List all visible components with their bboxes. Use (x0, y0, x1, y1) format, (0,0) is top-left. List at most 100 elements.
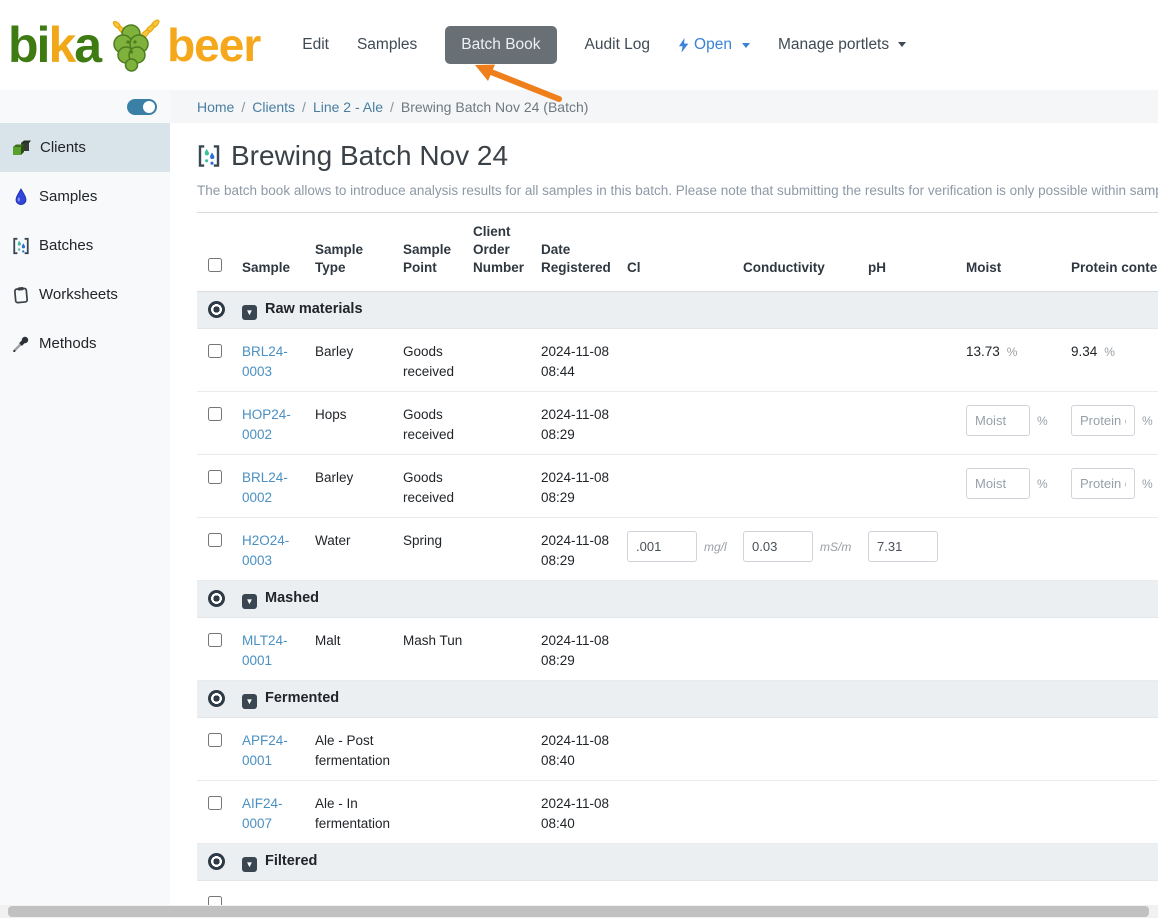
category-label-cell: ▼ Raw materials (242, 291, 1158, 328)
cl-cell (627, 780, 743, 843)
sample-link[interactable]: BRL24-0002 (242, 470, 288, 505)
batch-book-table-wrap: Sample Sample Type Sample Point Client O… (197, 212, 1158, 918)
col-sample-type: Sample Type (315, 213, 403, 292)
moist-result-input[interactable] (966, 405, 1030, 436)
chevron-down-icon (898, 42, 906, 47)
ph-result-input[interactable] (868, 531, 938, 562)
sample-link[interactable]: AIF24-0007 (242, 796, 283, 831)
sidebar-item-clients[interactable]: Clients (0, 123, 170, 172)
moist-cell (966, 617, 1071, 680)
conductivity-cell (743, 780, 868, 843)
sidebar-item-batches[interactable]: Batches (0, 221, 170, 270)
sample-row: BRL24-0003BarleyGoods received2024-11-08… (197, 328, 1158, 391)
category-radio-icon[interactable] (208, 301, 225, 318)
sample-link[interactable]: HOP24-0002 (242, 407, 291, 442)
sidebar-item-methods[interactable]: Methods (0, 319, 170, 368)
ph-cell (868, 391, 966, 454)
moist-cell: % (966, 454, 1071, 517)
row-checkbox-cell (197, 454, 242, 517)
conductivity-cell (743, 454, 868, 517)
category-label: Filtered (265, 853, 317, 869)
moist-cell: % (966, 391, 1071, 454)
protein-result-value: 9.34 (1071, 344, 1097, 359)
category-toggle-cell (197, 291, 242, 328)
conductivity-result-input[interactable] (743, 531, 813, 562)
sidebar-toggle[interactable] (127, 99, 157, 115)
row-checkbox[interactable] (208, 633, 222, 647)
category-row: ▼Mashed (197, 580, 1158, 617)
sidebar-item-worksheets[interactable]: Worksheets (0, 270, 170, 319)
category-radio-icon[interactable] (208, 853, 225, 870)
date-registered-cell: 2024-11-08 08:40 (541, 780, 627, 843)
col-date-registered: Date Registered (541, 213, 627, 292)
client-order-number-cell (473, 391, 541, 454)
main-nav: Edit Samples Batch Book Audit Log Open M… (302, 26, 906, 64)
brand-logo[interactable]: bika (8, 16, 260, 74)
collapse-icon[interactable]: ▼ (242, 694, 257, 709)
protein-cell (1071, 517, 1158, 580)
category-radio-icon[interactable] (208, 690, 225, 707)
nav-samples[interactable]: Samples (357, 36, 417, 54)
sidebar-item-samples[interactable]: Samples (0, 172, 170, 221)
nav-batch-book[interactable]: Batch Book (445, 26, 556, 64)
row-checkbox[interactable] (208, 407, 222, 421)
category-toggle-cell (197, 843, 242, 880)
collapse-icon[interactable]: ▼ (242, 857, 257, 872)
breadcrumb-home[interactable]: Home (197, 99, 234, 115)
row-checkbox[interactable] (208, 344, 222, 358)
protein-result-input[interactable] (1071, 468, 1135, 499)
ph-cell (868, 454, 966, 517)
cl-result-input[interactable] (627, 531, 697, 562)
worksheet-clipboard-icon (12, 286, 30, 304)
sample-type-cell: Barley (315, 454, 403, 517)
nav-manage-portlets[interactable]: Manage portlets (778, 36, 906, 54)
batches-icon (12, 237, 30, 255)
unit-label: % (1142, 414, 1153, 428)
top-navbar: bika (0, 0, 1158, 90)
select-all-checkbox[interactable] (208, 258, 222, 272)
sample-id-cell: APF24-0001 (242, 717, 315, 780)
moist-result-input[interactable] (966, 468, 1030, 499)
breadcrumb-line2-ale[interactable]: Line 2 - Ale (313, 99, 383, 115)
nav-edit[interactable]: Edit (302, 36, 329, 54)
date-registered-cell: 2024-11-08 08:40 (541, 717, 627, 780)
sample-row: APF24-0001Ale - Post fermentation2024-11… (197, 717, 1158, 780)
date-registered-cell: 2024-11-08 08:29 (541, 617, 627, 680)
date-registered-cell: 2024-11-08 08:29 (541, 454, 627, 517)
row-checkbox[interactable] (208, 796, 222, 810)
clients-icon (12, 139, 31, 157)
sidebar: Clients Samples Batches (0, 90, 170, 918)
client-order-number-cell (473, 454, 541, 517)
sample-link[interactable]: MLT24-0001 (242, 633, 288, 668)
sample-row: BRL24-0002BarleyGoods received2024-11-08… (197, 454, 1158, 517)
sample-link[interactable]: BRL24-0003 (242, 344, 288, 379)
sample-point-cell: Mash Tun (403, 617, 473, 680)
batch-table-body: ▼ Raw materials BRL24-0003BarleyGoods rece… (197, 291, 1158, 918)
row-checkbox[interactable] (208, 733, 222, 747)
breadcrumb-clients[interactable]: Clients (252, 99, 295, 115)
sample-id-cell: BRL24-0003 (242, 328, 315, 391)
horizontal-scrollbar[interactable] (0, 905, 1158, 918)
scrollbar-thumb[interactable] (8, 906, 1149, 917)
row-checkbox-cell (197, 517, 242, 580)
sample-id-cell: MLT24-0001 (242, 617, 315, 680)
row-checkbox[interactable] (208, 470, 222, 484)
protein-result-input[interactable] (1071, 405, 1135, 436)
category-row: ▼ Filtered (197, 843, 1158, 880)
row-checkbox[interactable] (208, 533, 222, 547)
nav-open-menu[interactable]: Open (678, 36, 750, 54)
page-root: bika (0, 0, 1158, 918)
cl-cell: mg/l (627, 517, 743, 580)
conductivity-cell (743, 328, 868, 391)
sample-link[interactable]: APF24-0001 (242, 733, 288, 768)
sample-type-cell: Hops (315, 391, 403, 454)
collapse-icon[interactable]: ▼ (242, 305, 257, 320)
category-label-cell: ▼Mashed (242, 580, 1158, 617)
collapse-icon[interactable]: ▼ (242, 594, 257, 609)
category-label: Raw materials (265, 301, 363, 317)
unit-label: % (1037, 414, 1048, 428)
unit-label: % (1104, 345, 1115, 359)
nav-audit-log[interactable]: Audit Log (585, 36, 651, 54)
sample-link[interactable]: H2O24-0003 (242, 533, 289, 568)
category-radio-icon[interactable] (208, 590, 225, 607)
